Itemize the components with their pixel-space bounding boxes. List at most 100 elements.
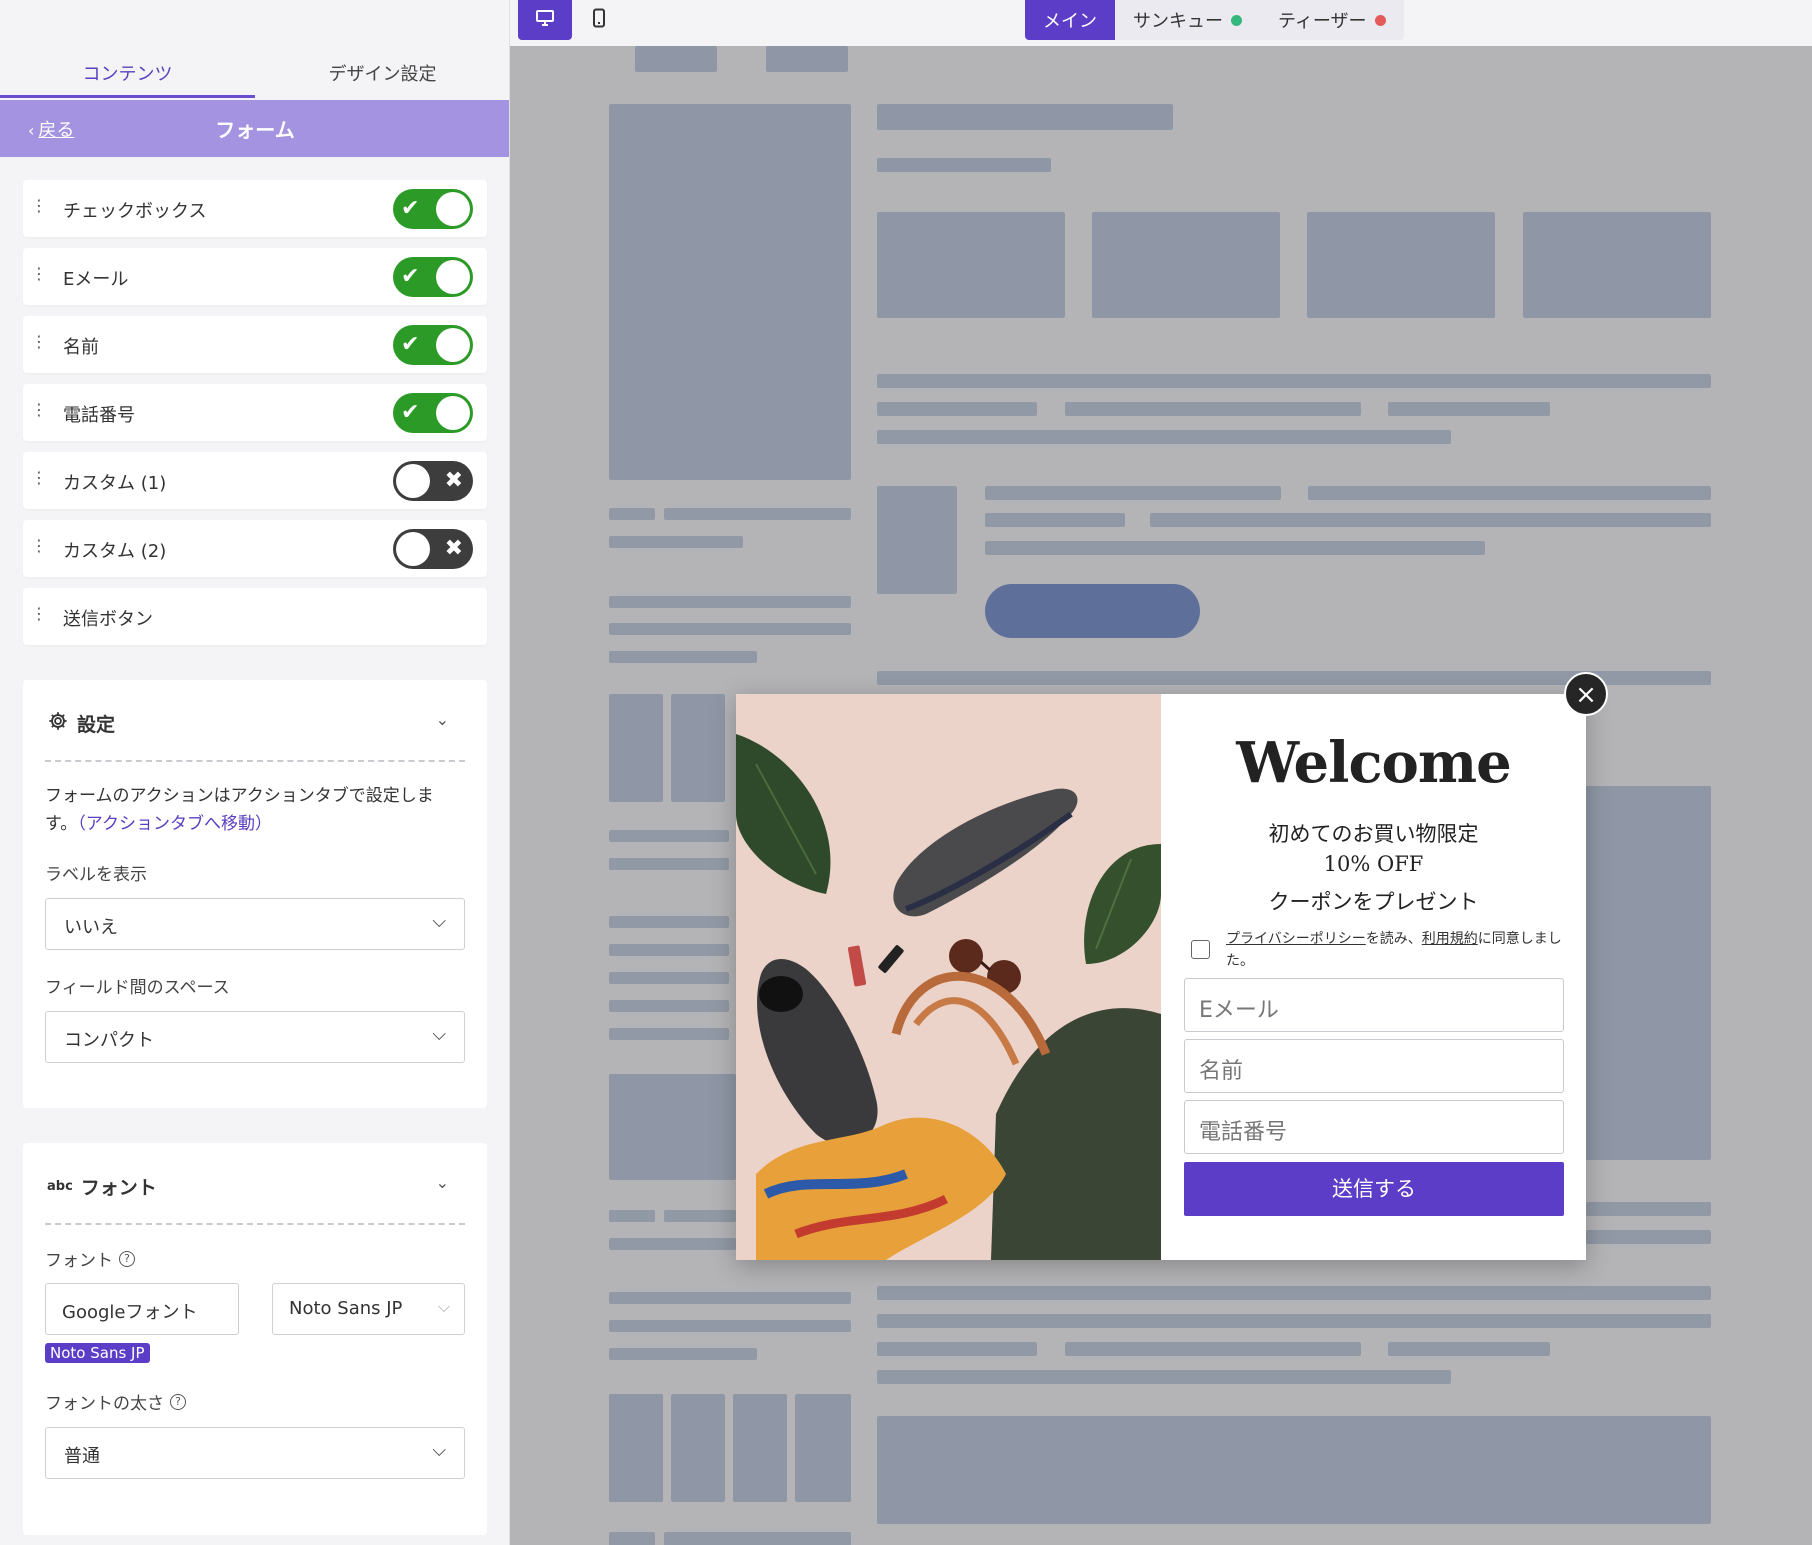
check-icon: ✔ — [401, 400, 420, 425]
popup-phone-field[interactable]: 電話番号 — [1184, 1100, 1564, 1154]
placeholder: 電話番号 — [1199, 1120, 1288, 1145]
skeleton-line — [1065, 402, 1361, 416]
action-tab-link[interactable]: （アクションタブへ移動） — [77, 814, 272, 834]
settings-header[interactable]: 設定 — [47, 710, 115, 737]
skeleton-line — [609, 1348, 757, 1360]
mobile-icon — [592, 8, 606, 32]
field-row-email[interactable]: ⋮ Eメール ✔ — [23, 248, 487, 305]
drag-handle-icon[interactable]: ⋮ — [31, 334, 47, 350]
chevron-down-icon[interactable]: ⌄ — [436, 1173, 449, 1192]
desktop-icon — [535, 9, 555, 31]
field-row-name[interactable]: ⋮ 名前 ✔ — [23, 316, 487, 373]
settings-title: 設定 — [77, 714, 116, 736]
help-icon[interactable]: ? — [170, 1393, 186, 1410]
tab-main[interactable]: メイン — [1025, 0, 1115, 40]
status-dot — [1374, 14, 1386, 26]
chevron-down-icon: ⌵ — [432, 911, 446, 932]
drag-handle-icon[interactable]: ⋮ — [31, 266, 47, 282]
terms-link[interactable]: 利用規約 — [1422, 931, 1478, 947]
toggle-switch[interactable]: ✔ — [393, 393, 473, 433]
close-icon[interactable]: × — [1564, 672, 1608, 716]
skeleton-line — [609, 916, 729, 928]
skeleton-line — [1150, 513, 1711, 527]
popup-email-field[interactable]: Eメール — [1184, 978, 1564, 1032]
font-weight-select[interactable]: 普通 ⌵ — [45, 1427, 465, 1479]
skeleton-block — [877, 1416, 1711, 1524]
skeleton-block — [877, 486, 957, 594]
skeleton-line — [985, 513, 1125, 527]
skeleton-block — [609, 1394, 663, 1502]
skeleton-line — [877, 1342, 1037, 1356]
skeleton-block — [609, 1074, 736, 1180]
font-source-select[interactable]: Googleフォント — [45, 1283, 239, 1335]
divider — [45, 760, 465, 762]
field-row-custom-1[interactable]: ⋮ カスタム (1) ✖ — [23, 452, 487, 509]
font-weight-label: フォントの太さ? — [45, 1389, 186, 1414]
help-icon[interactable]: ? — [119, 1250, 135, 1267]
placeholder: Eメール — [1199, 998, 1279, 1023]
toggle-switch[interactable]: ✖ — [393, 461, 473, 501]
show-label-select[interactable]: いいえ ⌵ — [45, 898, 465, 950]
check-icon: ✔ — [401, 264, 420, 289]
drag-handle-icon[interactable]: ⋮ — [31, 198, 47, 214]
show-label-label: ラベルを表示 — [45, 865, 147, 885]
popup-modal: Welcome 初めてのお買い物限定 10% OFF クーポンをプレゼント プラ… — [736, 694, 1586, 1260]
privacy-policy-link[interactable]: プライバシーポリシー — [1226, 931, 1366, 947]
divider — [45, 1223, 465, 1225]
consent-text: プライバシーポリシーを読み、利用規約に同意しました。 — [1226, 928, 1571, 972]
tab-design-settings[interactable]: デザイン設定 — [255, 50, 509, 98]
gear-icon — [47, 710, 69, 737]
toggle-switch[interactable]: ✔ — [393, 189, 473, 229]
font-family-select[interactable]: Noto Sans JP ⌵ — [272, 1283, 465, 1335]
drag-handle-icon[interactable]: ⋮ — [31, 402, 47, 418]
status-dot — [1231, 14, 1242, 26]
tab-contents[interactable]: コンテンツ — [0, 50, 255, 98]
skeleton-block — [877, 158, 1051, 172]
check-icon: ✔ — [401, 196, 420, 221]
toggle-knob — [396, 532, 430, 566]
tab-teaser[interactable]: ティーザー — [1260, 0, 1404, 40]
field-row-checkbox[interactable]: ⋮ チェックボックス ✔ — [23, 180, 487, 237]
skeleton-block — [1523, 212, 1711, 318]
font-chip: Noto Sans JP — [45, 1343, 150, 1363]
popup-name-field[interactable]: 名前 — [1184, 1039, 1564, 1093]
field-label: 名前 — [63, 337, 99, 358]
spacing-select[interactable]: コンパクト ⌵ — [45, 1011, 465, 1063]
select-value: いいえ — [64, 917, 118, 938]
desktop-view-button[interactable] — [518, 0, 572, 40]
tab-thank-you[interactable]: サンキュー — [1115, 0, 1260, 40]
field-label: Eメール — [63, 269, 129, 290]
skeleton-line — [609, 972, 729, 984]
skeleton-line — [609, 830, 729, 842]
chevron-down-icon[interactable]: ⌄ — [436, 710, 449, 729]
consent-mid: を読み、 — [1365, 931, 1422, 947]
mobile-view-button[interactable] — [572, 0, 626, 40]
font-header[interactable]: abc フォント — [47, 1173, 157, 1200]
field-label: 送信ボタン — [63, 609, 153, 630]
select-value: Noto Sans JP — [289, 1298, 403, 1319]
skeleton-line — [1586, 1230, 1711, 1244]
drag-handle-icon[interactable]: ⋮ — [31, 470, 47, 486]
skeleton-line — [609, 1210, 655, 1222]
skeleton-block — [609, 104, 851, 480]
popup-submit-button[interactable]: 送信する — [1184, 1162, 1564, 1216]
tab-label: メイン — [1043, 11, 1097, 32]
skeleton-block — [1307, 212, 1495, 318]
x-icon: ✖ — [444, 536, 463, 561]
font-label-text: フォント — [45, 1251, 113, 1271]
field-row-custom-2[interactable]: ⋮ カスタム (2) ✖ — [23, 520, 487, 577]
skeleton-line — [609, 623, 851, 635]
consent-checkbox[interactable] — [1191, 940, 1210, 959]
field-row-submit[interactable]: ⋮ 送信ボタン — [23, 588, 487, 645]
drag-handle-icon[interactable]: ⋮ — [31, 606, 47, 622]
font-card: abc フォント ⌄ フォント? Googleフォント Noto Sans JP… — [23, 1143, 487, 1535]
field-label: 電話番号 — [63, 405, 135, 426]
toggle-switch[interactable]: ✖ — [393, 529, 473, 569]
toggle-switch[interactable]: ✔ — [393, 257, 473, 297]
settings-note: フォームのアクションはアクションタブで設定します。（アクションタブへ移動） — [45, 782, 465, 838]
toggle-switch[interactable]: ✔ — [393, 325, 473, 365]
skeleton-line — [877, 1286, 1711, 1300]
field-row-phone[interactable]: ⋮ 電話番号 ✔ — [23, 384, 487, 441]
drag-handle-icon[interactable]: ⋮ — [31, 538, 47, 554]
tab-label: ティーザー — [1278, 11, 1367, 32]
